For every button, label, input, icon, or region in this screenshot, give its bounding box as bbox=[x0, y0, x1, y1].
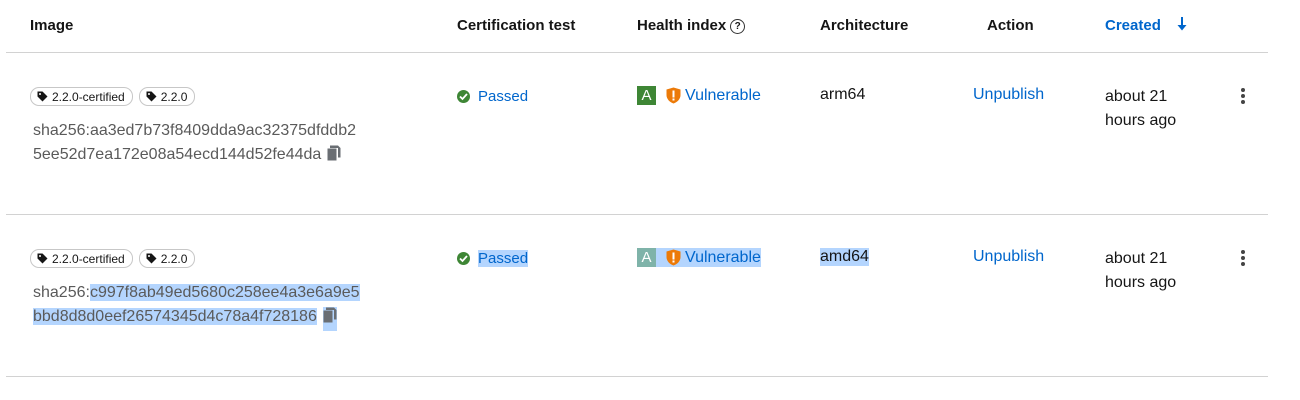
tag-badge: 2.2.0-certified bbox=[30, 87, 133, 106]
tag-icon bbox=[37, 253, 48, 264]
image-digest: sha256:c997f8ab49ed5680c258ee4a3e6a9e5bb… bbox=[33, 281, 363, 331]
unpublish-button[interactable]: Unpublish bbox=[973, 86, 1044, 104]
certification-label: Passed bbox=[478, 88, 529, 105]
tag-badge: 2.2.0 bbox=[138, 87, 196, 106]
column-header-certification: Certification test bbox=[457, 17, 576, 34]
tag-label: 2.2.0 bbox=[160, 251, 188, 266]
tag-label: 2.2.0-certified bbox=[52, 89, 125, 104]
shield-warning-icon bbox=[666, 249, 681, 266]
health-grade-badge: A bbox=[637, 248, 656, 267]
table-header: Image Certification test Health index? A… bbox=[6, 0, 1268, 53]
created-time: about 21 hours ago bbox=[1105, 88, 1177, 129]
images-table: Image Certification test Health index? A… bbox=[6, 0, 1268, 400]
architecture-value: amd64 bbox=[820, 248, 869, 266]
copy-icon[interactable] bbox=[327, 145, 341, 169]
column-header-created-sort[interactable]: Created bbox=[1105, 17, 1161, 34]
health-vulnerable-link[interactable]: Vulnerable bbox=[685, 249, 761, 267]
tag-badge: 2.2.0 bbox=[138, 249, 196, 268]
column-header-image: Image bbox=[30, 17, 74, 34]
health-index: A Vulnerable bbox=[637, 248, 761, 267]
tag-list: 2.2.0-certified 2.2.0 bbox=[30, 87, 196, 106]
tag-icon bbox=[146, 253, 157, 264]
table-row: 2.2.0-certified 2.2.0 sha256:c997f8ab49e… bbox=[6, 215, 1268, 377]
health-vulnerable-link[interactable]: Vulnerable bbox=[685, 87, 761, 105]
tag-label: 2.2.0-certified bbox=[52, 251, 125, 266]
tag-icon bbox=[146, 91, 157, 102]
created-time: about 21 hours ago bbox=[1105, 250, 1177, 291]
health-grade-badge: A bbox=[637, 86, 656, 105]
tag-badge: 2.2.0-certified bbox=[30, 249, 133, 268]
column-header-health-index: Health index? bbox=[637, 17, 746, 35]
architecture-value: arm64 bbox=[820, 86, 866, 103]
shield-warning-icon bbox=[666, 87, 681, 104]
tag-icon bbox=[37, 91, 48, 102]
help-icon[interactable]: ? bbox=[730, 19, 746, 34]
column-header-health-label: Health index bbox=[637, 17, 727, 34]
row-actions-kebab-icon[interactable] bbox=[1240, 250, 1246, 266]
image-digest: sha256:aa3ed7b73f8409dda9ac32375dfddb25e… bbox=[33, 119, 363, 169]
certification-label: Passed bbox=[478, 250, 529, 267]
copy-icon[interactable] bbox=[322, 307, 337, 331]
tag-list: 2.2.0-certified 2.2.0 bbox=[30, 249, 196, 268]
check-circle-icon bbox=[457, 252, 470, 265]
row-actions-kebab-icon[interactable] bbox=[1240, 88, 1246, 104]
tag-label: 2.2.0 bbox=[160, 89, 188, 104]
digest-prefix: sha256: bbox=[33, 284, 90, 301]
unpublish-button[interactable]: Unpublish bbox=[973, 248, 1044, 266]
digest-prefix: sha256: bbox=[33, 122, 90, 139]
certification-status[interactable]: Passed bbox=[457, 250, 529, 267]
certification-status[interactable]: Passed bbox=[457, 88, 528, 105]
check-circle-icon bbox=[457, 90, 470, 103]
health-index: A Vulnerable bbox=[637, 86, 761, 105]
table-row: 2.2.0-certified 2.2.0 sha256:aa3ed7b73f8… bbox=[6, 53, 1268, 215]
sort-descending-icon[interactable] bbox=[1176, 15, 1188, 33]
column-header-action: Action bbox=[987, 17, 1034, 34]
column-header-architecture: Architecture bbox=[820, 17, 909, 34]
